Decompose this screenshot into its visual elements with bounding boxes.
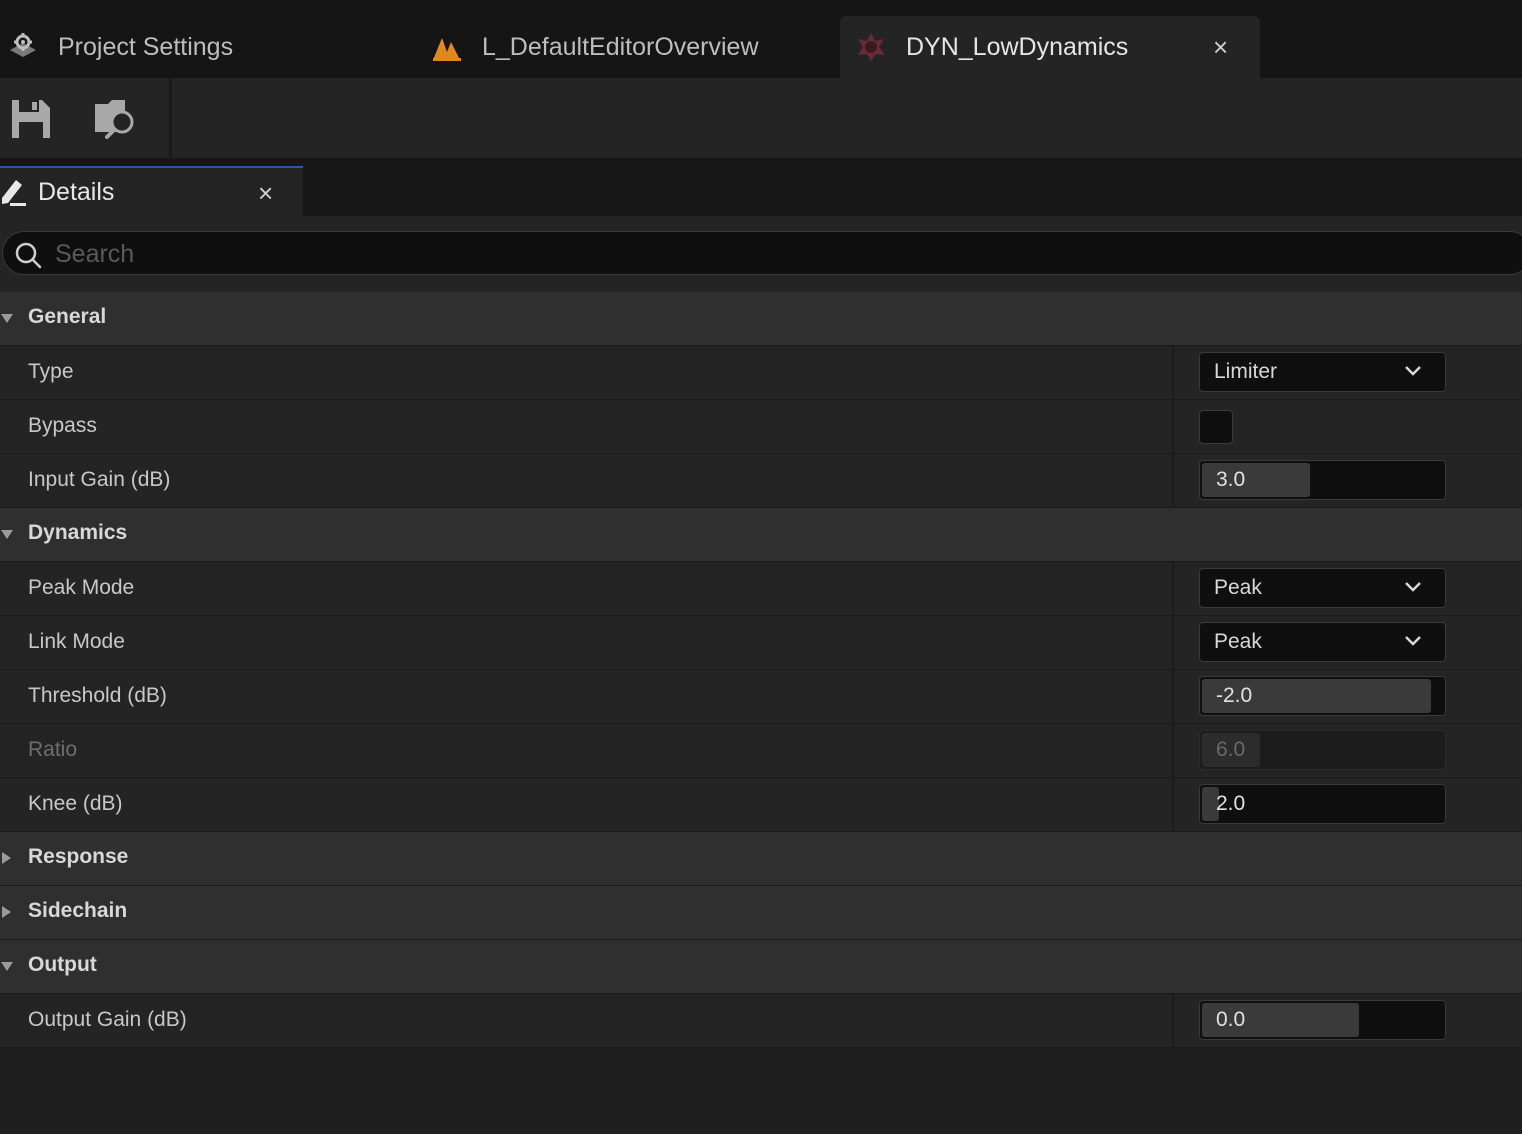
- output-gain-spinbox[interactable]: 0.0: [1199, 1000, 1446, 1040]
- property-row-peak-mode: Peak Mode Peak: [0, 562, 1522, 616]
- asset-toolbar: [0, 78, 1522, 158]
- browse-to-asset-icon: [95, 100, 134, 139]
- expanded-arrow-icon[interactable]: [1, 962, 13, 971]
- property-row-threshold: Threshold (dB) -2.0: [0, 670, 1522, 724]
- property-row-knee: Knee (dB) 2.0: [0, 778, 1522, 832]
- close-panel-icon[interactable]: ×: [258, 180, 273, 206]
- panel-title: Details: [38, 178, 115, 206]
- property-label: Output Gain (dB): [28, 1008, 187, 1031]
- property-label: Peak Mode: [28, 576, 135, 599]
- property-label: Ratio: [28, 738, 78, 761]
- category-response[interactable]: Response: [0, 832, 1522, 886]
- search-icon: [15, 242, 42, 269]
- property-row-input-gain: Input Gain (dB) 3.0: [0, 454, 1522, 508]
- property-list: General Type Limiter Bypass Input Gain (…: [0, 292, 1522, 1048]
- close-tab-icon[interactable]: ×: [1213, 34, 1228, 60]
- property-row-link-mode: Link Mode Peak: [0, 616, 1522, 670]
- input-gain-spinbox[interactable]: 3.0: [1199, 460, 1446, 500]
- column-divider[interactable]: [1172, 562, 1174, 615]
- tab-dyn-lowdynamics[interactable]: DYN_LowDynamics ×: [840, 16, 1260, 78]
- save-icon: [12, 100, 50, 138]
- property-label: Knee (dB): [28, 792, 123, 815]
- dropdown-value: Peak: [1214, 630, 1262, 653]
- category-label: General: [28, 305, 107, 328]
- chevron-down-icon: [1405, 636, 1421, 646]
- dropdown-value: Peak: [1214, 576, 1262, 599]
- threshold-spinbox[interactable]: -2.0: [1199, 676, 1446, 716]
- category-label: Dynamics: [28, 521, 128, 544]
- browse-to-asset-button[interactable]: [90, 92, 144, 146]
- dynamics-asset-icon: [854, 30, 888, 64]
- property-label: Threshold (dB): [28, 684, 167, 707]
- expanded-arrow-icon[interactable]: [1, 530, 13, 539]
- tab-label: L_DefaultEditorOverview: [482, 32, 759, 61]
- expanded-arrow-icon[interactable]: [1, 314, 13, 323]
- property-label: Type: [28, 360, 74, 383]
- spinbox-value: 3.0: [1216, 468, 1246, 491]
- property-row-type: Type Limiter: [0, 346, 1522, 400]
- category-output[interactable]: Output: [0, 940, 1522, 994]
- type-dropdown[interactable]: Limiter: [1199, 352, 1446, 392]
- settings-gear-icon: [6, 30, 40, 64]
- chevron-down-icon: [1405, 582, 1421, 592]
- column-divider[interactable]: [1172, 724, 1174, 777]
- column-divider[interactable]: [1172, 616, 1174, 669]
- column-divider[interactable]: [1172, 346, 1174, 399]
- property-label: Link Mode: [28, 630, 125, 653]
- column-divider[interactable]: [1172, 454, 1174, 507]
- knee-spinbox[interactable]: 2.0: [1199, 784, 1446, 824]
- spinbox-value: 0.0: [1216, 1008, 1246, 1031]
- search-box[interactable]: [2, 231, 1522, 276]
- category-general[interactable]: General: [0, 292, 1522, 346]
- property-row-output-gain: Output Gain (dB) 0.0: [0, 994, 1522, 1048]
- save-button[interactable]: [4, 92, 58, 146]
- tab-project-settings[interactable]: Project Settings: [0, 16, 420, 78]
- category-dynamics[interactable]: Dynamics: [0, 508, 1522, 562]
- collapsed-arrow-icon[interactable]: [2, 852, 11, 864]
- property-row-ratio: Ratio 6.0: [0, 724, 1522, 778]
- spinbox-value: -2.0: [1216, 684, 1253, 707]
- property-label: Bypass: [28, 414, 97, 437]
- property-label: Input Gain (dB): [28, 468, 171, 491]
- tab-level-overview[interactable]: L_DefaultEditorOverview: [420, 16, 840, 78]
- tab-label: Project Settings: [58, 32, 234, 61]
- collapsed-arrow-icon[interactable]: [2, 906, 11, 918]
- tab-label: DYN_LowDynamics: [906, 32, 1129, 61]
- ratio-spinbox: 6.0: [1199, 730, 1446, 770]
- search-input[interactable]: [53, 232, 1457, 276]
- link-mode-dropdown[interactable]: Peak: [1199, 622, 1446, 662]
- column-divider[interactable]: [1172, 400, 1174, 453]
- category-label: Output: [28, 953, 97, 976]
- dropdown-value: Limiter: [1214, 360, 1278, 383]
- peak-mode-dropdown[interactable]: Peak: [1199, 568, 1446, 608]
- bypass-checkbox[interactable]: [1199, 410, 1233, 444]
- category-label: Response: [28, 845, 129, 868]
- category-sidechain[interactable]: Sidechain: [0, 886, 1522, 940]
- pencil-icon: [2, 180, 26, 206]
- spinbox-value: 2.0: [1216, 792, 1246, 815]
- column-divider[interactable]: [1172, 994, 1174, 1047]
- category-label: Sidechain: [28, 899, 128, 922]
- toolbar-divider: [169, 78, 172, 158]
- column-divider[interactable]: [1172, 670, 1174, 723]
- property-row-bypass: Bypass: [0, 400, 1522, 454]
- chevron-down-icon: [1405, 366, 1421, 376]
- tab-details[interactable]: Details ×: [0, 166, 303, 218]
- spinbox-value: 6.0: [1216, 738, 1246, 761]
- level-icon: [430, 30, 464, 64]
- column-divider[interactable]: [1172, 778, 1174, 831]
